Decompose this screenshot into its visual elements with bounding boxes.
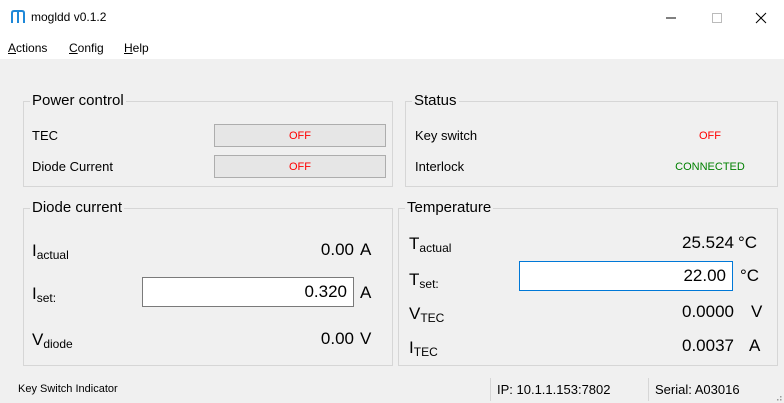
i-tec-unit: A (749, 336, 761, 355)
i-tec-label: ITEC (409, 338, 438, 359)
temperature-group: Temperature Tactual 25.524 °C Tset: 22.0… (398, 199, 778, 366)
menu-help[interactable]: Help (124, 41, 149, 55)
app-icon (11, 10, 25, 23)
tec-toggle-button[interactable]: OFF (214, 124, 386, 147)
diode-current-group: Diode current Iactual 0.00 A Iset: 0.320… (23, 199, 393, 366)
window-title: mogldd v0.1.2 (31, 10, 107, 24)
resize-grip-icon[interactable] (772, 391, 782, 401)
t-set-unit: °C (740, 266, 760, 285)
diode-current-title: Diode current (30, 199, 125, 216)
i-actual-unit: A (360, 240, 372, 259)
v-tec-unit: V (751, 302, 763, 321)
temperature-title: Temperature (405, 199, 494, 216)
t-set-input[interactable]: 22.00 (519, 261, 733, 291)
v-tec-value: 0.0000 (682, 302, 734, 321)
minimize-icon (666, 17, 676, 19)
v-diode-value: 0.00 (320, 329, 354, 348)
title-bar: mogldd v0.1.2 (0, 0, 784, 36)
menu-bar: Actions Config Help (0, 36, 784, 60)
v-tec-label: VTEC (409, 304, 445, 325)
status-title: Status (412, 92, 459, 109)
interlock-label: Interlock (415, 159, 465, 174)
maximize-button[interactable] (694, 0, 740, 36)
serial-number: Serial: A03016 (648, 378, 772, 401)
ip-address: IP: 10.1.1.153:7802 (490, 378, 645, 401)
close-icon (755, 12, 767, 24)
v-diode-unit: V (360, 329, 372, 348)
status-message: Key Switch Indicator (18, 383, 118, 395)
interlock-value: CONNECTED (675, 161, 745, 173)
status-bar: Key Switch Indicator IP: 10.1.1.153:7802… (0, 376, 784, 403)
t-actual-unit: °C (738, 233, 758, 252)
status-group: Status Key switch OFF Interlock CONNECTE… (405, 92, 778, 187)
t-actual-value: 25.524 (682, 233, 734, 252)
i-set-unit: A (360, 283, 372, 302)
diode-current-label: Diode Current (32, 159, 113, 174)
key-switch-value: OFF (699, 130, 721, 142)
key-switch-label: Key switch (415, 128, 478, 143)
i-set-input[interactable]: 0.320 (142, 277, 354, 307)
t-actual-label: Tactual (409, 234, 452, 255)
i-set-label: Iset: (32, 284, 57, 305)
i-actual-label: Iactual (32, 241, 69, 262)
power-control-title: Power control (30, 92, 126, 109)
diode-current-toggle-button[interactable]: OFF (214, 155, 386, 178)
maximize-icon (712, 13, 722, 23)
menu-config[interactable]: Config (69, 41, 104, 55)
i-tec-value: 0.0037 (682, 336, 734, 355)
menu-actions[interactable]: Actions (8, 41, 47, 55)
tec-label: TEC (32, 128, 58, 143)
v-diode-label: Vdiode (32, 330, 73, 351)
close-button[interactable] (738, 0, 784, 36)
power-control-group: Power control TEC OFF Diode Current OFF (23, 92, 393, 187)
minimize-button[interactable] (648, 0, 694, 36)
t-set-label: Tset: (409, 270, 439, 291)
i-actual-value: 0.00 (320, 240, 354, 259)
